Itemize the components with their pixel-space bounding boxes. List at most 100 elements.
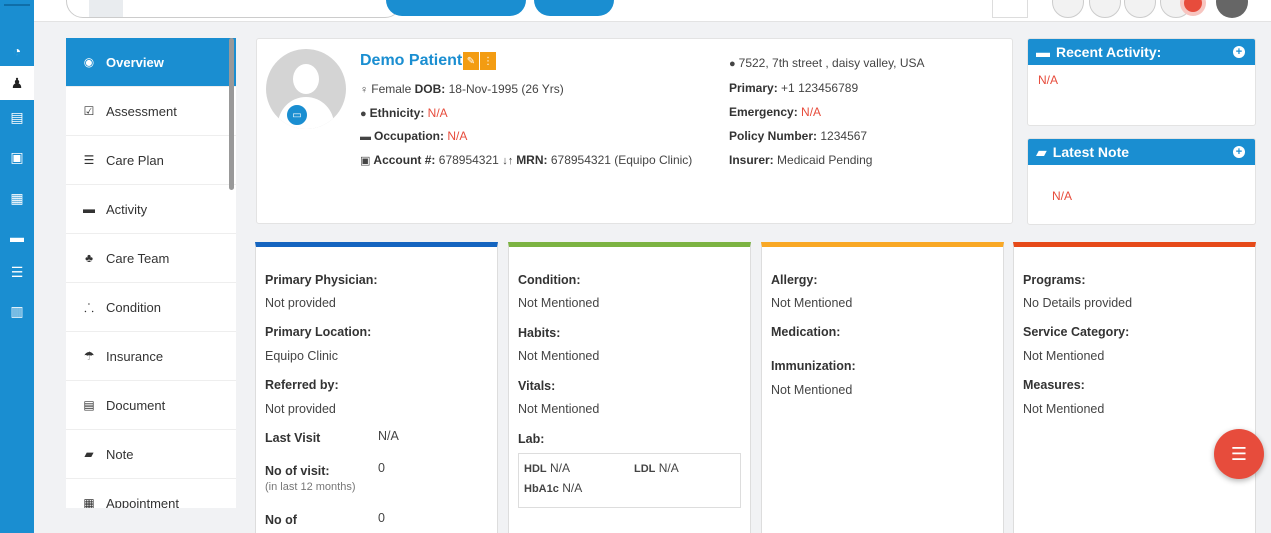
occupation-line: ▬ Occupation: N/A	[360, 129, 467, 143]
ldl-line: LDL N/A	[634, 461, 679, 475]
notification-badge[interactable]	[1184, 0, 1202, 12]
sitemap-icon: ⸫	[84, 300, 94, 315]
emergency-value: N/A	[801, 105, 822, 119]
noof-label: No of	[265, 513, 297, 527]
latest-note-header: ▰ Latest Note +	[1028, 139, 1255, 165]
floating-menu-button[interactable]: ☰	[1214, 429, 1264, 479]
umbrella-icon: ☂	[83, 349, 95, 363]
occupation-label: Occupation:	[374, 129, 445, 143]
menu-item-insurance[interactable]: ☂ Insurance	[66, 332, 236, 381]
avatar-head	[293, 64, 319, 94]
condition-label: Condition:	[518, 273, 581, 287]
hba1c-line: HbA1c N/A	[524, 481, 582, 495]
ethnicity-value: N/A	[427, 106, 448, 120]
briefcase-icon[interactable]: ▬	[0, 220, 34, 254]
more-options-icon[interactable]: ⋮	[480, 52, 496, 70]
user-avatar[interactable]	[1216, 0, 1248, 18]
note-icon: ▰	[1036, 143, 1047, 160]
sort-icon: ↓↑	[502, 155, 514, 167]
top-icon-button-1[interactable]	[1052, 0, 1084, 18]
add-activity-icon[interactable]: +	[1233, 46, 1245, 58]
medication-label: Medication:	[771, 325, 841, 339]
address-line: ● 7522, 7th street , daisy valley, USA	[729, 56, 925, 70]
menu-item-label: Activity	[106, 201, 148, 217]
emergency-line: Emergency: N/A	[729, 105, 821, 119]
contact-book-icon[interactable]: ▥	[0, 294, 34, 328]
account-label: Account #:	[373, 153, 436, 167]
menu-scrollbar[interactable]	[229, 38, 234, 190]
habits-label: Habits:	[518, 326, 561, 340]
dashboard-icon[interactable]: ◔	[0, 34, 34, 68]
hdl-label: HDL	[524, 463, 547, 475]
user-icon[interactable]: ♟	[0, 66, 34, 100]
ethnicity-line: ● Ethnicity: N/A	[360, 106, 448, 120]
left-rail: ◔ ♟ ▤ ▣ ▦ ▬ ☰ ▥	[0, 0, 34, 533]
list-icon: ☰	[1230, 443, 1248, 464]
note-icon: ▰	[84, 447, 94, 461]
menu-item-care-team[interactable]: ♣ Care Team	[66, 234, 236, 283]
top-icon-button-2[interactable]	[1089, 0, 1121, 18]
menu-item-assessment[interactable]: ☑ Assessment	[66, 87, 236, 136]
ldl-value: N/A	[658, 461, 679, 475]
primary-label: Primary:	[729, 81, 778, 95]
top-action-button-1[interactable]	[386, 0, 526, 16]
visits-subtext: (in last 12 months)	[265, 481, 356, 493]
globe-icon: ●	[360, 108, 367, 120]
menu-item-care-plan[interactable]: ☰ Care Plan	[66, 136, 236, 185]
top-bar	[34, 0, 1271, 22]
account-line: ▣ Account #: 678954321 ↓↑ MRN: 678954321 (…	[360, 153, 692, 167]
menu-item-label: Care Plan	[106, 152, 164, 168]
latest-note-panel: ▰ Latest Note + N/A	[1027, 138, 1256, 225]
last-visit-label: Last Visit	[265, 431, 321, 445]
emergency-label: Emergency:	[729, 105, 798, 119]
video-call-icon[interactable]: ▭	[285, 103, 309, 127]
patient-actions: ✎ ⋮	[463, 52, 497, 70]
service-label: Service Category:	[1023, 325, 1130, 339]
mrn-value: 678954321 (Equipo Clinic)	[550, 153, 693, 167]
insurer-label: Insurer:	[729, 153, 774, 167]
patient-name[interactable]: Demo Patient	[360, 52, 462, 70]
menu-item-overview[interactable]: ◉ Overview	[66, 38, 236, 87]
menu-item-label: Condition	[106, 299, 161, 315]
noof-value: 0	[378, 511, 385, 525]
medkit-icon[interactable]: ▣	[0, 140, 34, 174]
file-icon[interactable]: ▤	[0, 100, 34, 134]
menu-item-label: Assessment	[106, 103, 177, 119]
location-label: Primary Location:	[265, 325, 372, 339]
document-icon: ▤	[83, 398, 95, 412]
search-input[interactable]	[66, 0, 402, 18]
physician-label: Primary Physician:	[265, 273, 378, 287]
top-action-button-2[interactable]	[534, 0, 614, 16]
immunization-label: Immunization:	[771, 359, 856, 373]
menu-item-condition[interactable]: ⸫ Condition	[66, 283, 236, 332]
last-visit-value: N/A	[378, 429, 399, 443]
map-marker-icon: ●	[729, 58, 736, 70]
gender-value: Female	[371, 82, 412, 96]
checkbox-icon: ☑	[83, 104, 95, 118]
policy-label: Policy Number:	[729, 129, 818, 143]
vitals-value: Not Mentioned	[518, 402, 600, 416]
measures-label: Measures:	[1023, 378, 1085, 392]
recent-activity-panel: ▬ Recent Activity: + N/A	[1027, 38, 1256, 126]
visits-value: 0	[378, 461, 385, 475]
edit-icon[interactable]: ✎	[463, 52, 479, 70]
menu-item-appointment[interactable]: ▦ Appointment	[66, 479, 236, 509]
id-card-icon[interactable]: ▦	[0, 181, 34, 215]
top-dropdown[interactable]	[992, 0, 1028, 18]
recent-activity-title: Recent Activity:	[1056, 44, 1162, 60]
condition-value: Not Mentioned	[518, 296, 600, 310]
add-note-icon[interactable]: +	[1233, 146, 1245, 158]
physician-card: Primary Physician: Not provided Primary …	[255, 242, 498, 533]
hdl-line: HDL N/A	[524, 461, 570, 475]
recent-activity-header: ▬ Recent Activity: +	[1028, 39, 1255, 65]
top-icon-button-3[interactable]	[1124, 0, 1156, 18]
referred-value: Not provided	[265, 402, 336, 416]
primary-phone-line: Primary: +1 123456789	[729, 81, 858, 95]
menu-item-note[interactable]: ▰ Note	[66, 430, 236, 479]
vitals-label: Vitals:	[518, 379, 556, 393]
menu-item-document[interactable]: ▤ Document	[66, 381, 236, 430]
menu-item-activity[interactable]: ▬ Activity	[66, 185, 236, 234]
dob-label: DOB:	[414, 82, 446, 96]
rail-top-edge	[4, 0, 30, 6]
list-icon[interactable]: ☰	[0, 255, 34, 289]
